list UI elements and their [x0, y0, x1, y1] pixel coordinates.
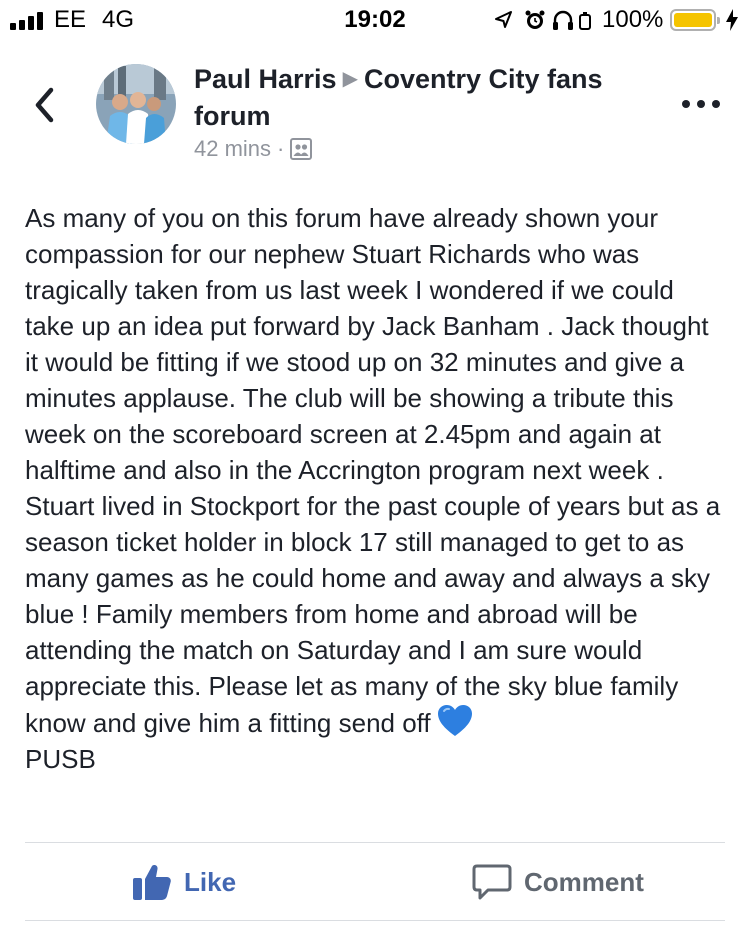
battery-percent: 100% [602, 6, 664, 33]
alarm-icon [525, 10, 545, 29]
post-meta: 42 mins · [194, 136, 313, 166]
location-icon [495, 11, 512, 28]
rotation-lock-icon [579, 12, 591, 30]
thumbs-up-icon [133, 865, 171, 900]
blue-heart-icon [437, 705, 472, 736]
post-signoff: PUSB [25, 744, 96, 774]
like-button[interactable]: Like [132, 856, 236, 908]
avatar[interactable] [96, 64, 176, 144]
divider-bottom [25, 920, 725, 921]
divider-top [25, 842, 725, 843]
post-author-line: Paul Harris ▶ Coventry City fans forum [194, 62, 654, 133]
charging-icon [726, 9, 738, 31]
battery-level-fill [674, 13, 712, 27]
like-label: Like [184, 866, 237, 897]
comment-label: Comment [524, 866, 644, 897]
status-bar: EE 4G 19:02 100% [0, 0, 750, 40]
post-body: As many of you on this forum have alread… [25, 200, 725, 777]
comment-button[interactable]: Comment [472, 856, 644, 908]
back-icon[interactable] [30, 86, 60, 124]
post-timestamp[interactable]: 42 mins [194, 136, 271, 161]
post-text: As many of you on this forum have alread… [25, 203, 728, 738]
arrow-right-icon: ▶ [342, 68, 358, 90]
group-audience-icon [290, 138, 313, 160]
meta-separator: · [277, 136, 285, 161]
battery-icon [670, 9, 720, 31]
comment-icon [472, 864, 512, 900]
headphones-icon [553, 10, 573, 30]
more-options-icon[interactable] [682, 100, 720, 110]
author-name[interactable]: Paul Harris [194, 64, 337, 94]
status-icons [495, 10, 591, 30]
